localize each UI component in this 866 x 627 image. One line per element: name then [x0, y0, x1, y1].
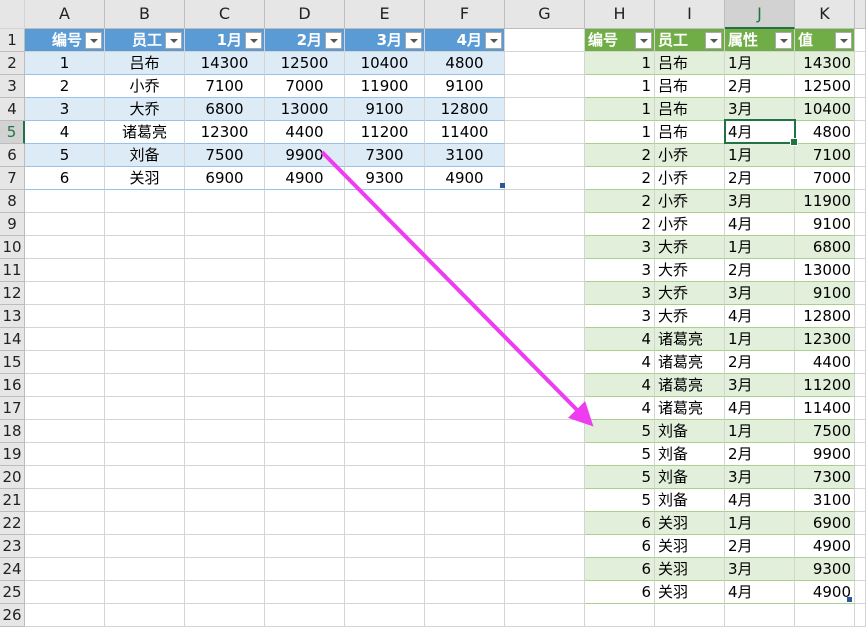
table-resize-handle[interactable] [500, 183, 505, 188]
arrow-annotation [320, 150, 594, 427]
table-resize-handle[interactable] [847, 597, 852, 602]
